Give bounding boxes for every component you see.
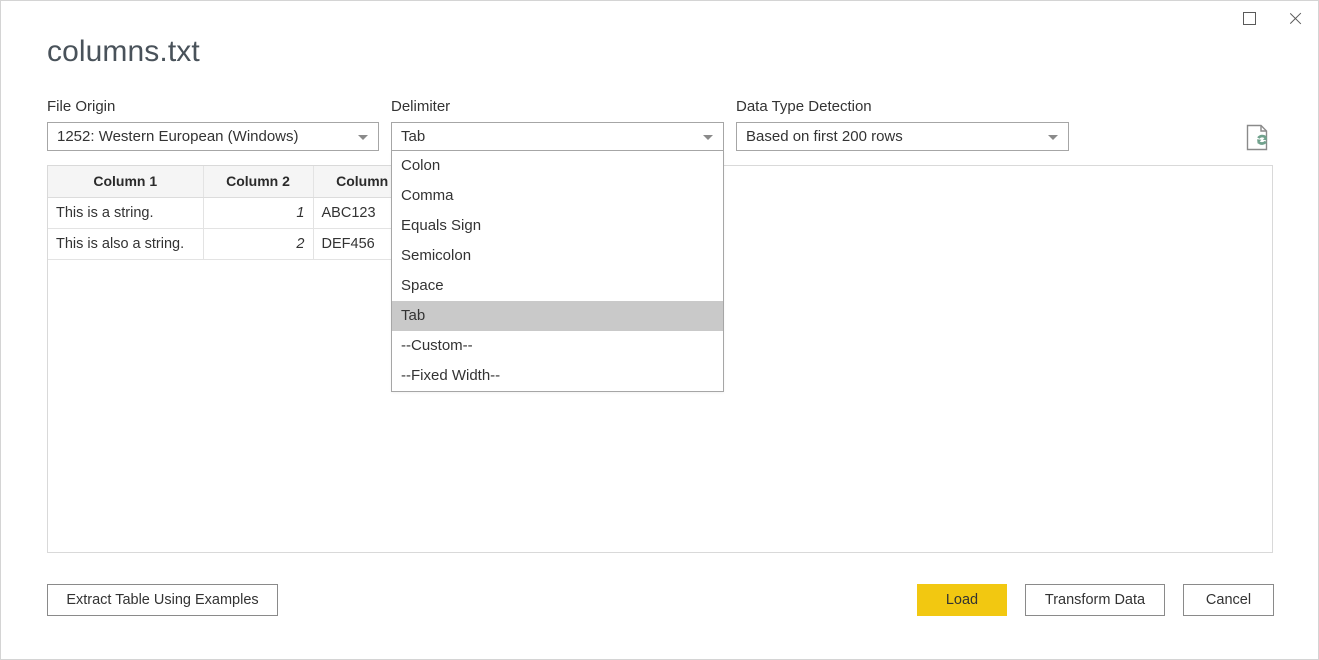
file-origin-dropdown[interactable]: 1252: Western European (Windows) — [47, 122, 379, 151]
file-origin-value: 1252: Western European (Windows) — [48, 128, 299, 145]
transform-data-button[interactable]: Transform Data — [1025, 584, 1165, 616]
caption-button-group — [1226, 1, 1318, 35]
table-row: This is a string. 1 ABC123 — [48, 197, 423, 228]
preview-table: Column 1 Column 2 Column 3 This is a str… — [48, 166, 424, 260]
delimiter-label: Delimiter — [391, 98, 724, 116]
column-header[interactable]: Column 2 — [203, 166, 313, 197]
delimiter-option-semicolon[interactable]: Semicolon — [392, 241, 723, 271]
table-cell: This is a string. — [48, 197, 203, 228]
delimiter-dropdown-list: Colon Comma Equals Sign Semicolon Space … — [391, 151, 724, 392]
table-cell: 2 — [203, 228, 313, 259]
data-type-detection-field: Data Type Detection Based on first 200 r… — [736, 98, 1069, 151]
refresh-file-icon[interactable] — [1244, 123, 1272, 153]
delimiter-option-equals-sign[interactable]: Equals Sign — [392, 211, 723, 241]
delimiter-field: Delimiter Tab — [391, 98, 724, 151]
column-header[interactable]: Column 1 — [48, 166, 203, 197]
chevron-down-icon — [1048, 135, 1058, 140]
page-title: columns.txt — [47, 35, 200, 69]
file-origin-field: File Origin 1252: Western European (Wind… — [47, 98, 379, 151]
maximize-button[interactable] — [1226, 1, 1272, 35]
import-file-dialog: columns.txt File Origin 1252: Western Eu… — [0, 0, 1319, 660]
close-button[interactable] — [1272, 1, 1318, 35]
delimiter-option-colon[interactable]: Colon — [392, 151, 723, 181]
delimiter-dropdown[interactable]: Tab — [391, 122, 724, 151]
delimiter-option-fixed-width[interactable]: --Fixed Width-- — [392, 361, 723, 391]
table-header-row: Column 1 Column 2 Column 3 — [48, 166, 423, 197]
delimiter-option-tab[interactable]: Tab — [392, 301, 723, 331]
delimiter-option-comma[interactable]: Comma — [392, 181, 723, 211]
table-cell: 1 — [203, 197, 313, 228]
maximize-icon — [1243, 12, 1256, 25]
file-origin-label: File Origin — [47, 98, 379, 116]
data-type-detection-value: Based on first 200 rows — [737, 128, 903, 145]
extract-table-using-examples-button[interactable]: Extract Table Using Examples — [47, 584, 278, 616]
delimiter-option-space[interactable]: Space — [392, 271, 723, 301]
title-bar — [1, 1, 1318, 37]
cancel-button[interactable]: Cancel — [1183, 584, 1274, 616]
close-icon — [1288, 11, 1303, 26]
delimiter-value: Tab — [392, 128, 425, 145]
chevron-down-icon — [703, 135, 713, 140]
table-cell: This is also a string. — [48, 228, 203, 259]
data-type-detection-label: Data Type Detection — [736, 98, 1069, 116]
chevron-down-icon — [358, 135, 368, 140]
delimiter-option-custom[interactable]: --Custom-- — [392, 331, 723, 361]
table-row: This is also a string. 2 DEF456 — [48, 228, 423, 259]
data-type-detection-dropdown[interactable]: Based on first 200 rows — [736, 122, 1069, 151]
load-button[interactable]: Load — [917, 584, 1007, 616]
